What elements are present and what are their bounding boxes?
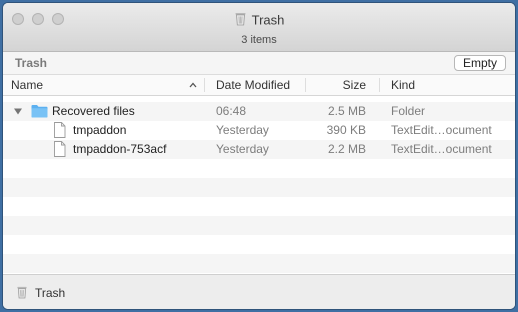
- file-date: 06:48: [216, 104, 247, 118]
- file-date: Yesterday: [216, 142, 269, 156]
- chevron-up-icon[interactable]: [189, 76, 197, 96]
- column-size[interactable]: Size: [310, 75, 366, 95]
- empty-trash-button[interactable]: Empty: [453, 55, 506, 71]
- column-name[interactable]: Name: [11, 75, 43, 95]
- table-row-recovered-files[interactable]: Recovered files 06:48 2.5 MB Folder: [3, 102, 515, 121]
- file-kind: TextEdit…ocument: [391, 123, 492, 137]
- empty-row: [3, 159, 515, 178]
- file-kind: Folder: [391, 104, 426, 118]
- item-count: 3 items: [241, 34, 277, 46]
- file-size: 390 KB: [326, 123, 366, 137]
- file-kind: TextEdit…ocument: [391, 142, 492, 156]
- status-location-label[interactable]: Trash: [35, 286, 65, 300]
- file-name: Recovered files: [52, 104, 135, 118]
- table-row-tmpaddon[interactable]: tmpaddon Yesterday 390 KB TextEdit…ocume…: [3, 121, 515, 140]
- status-bar: Trash: [3, 274, 515, 309]
- file-date: Yesterday: [216, 123, 269, 137]
- titlebar[interactable]: Trash 3 items: [3, 3, 515, 52]
- empty-row: [3, 197, 515, 216]
- empty-row: [3, 235, 515, 254]
- file-size: 2.5 MB: [327, 104, 366, 118]
- path-bar: Trash Empty: [3, 52, 515, 75]
- column-kind[interactable]: Kind: [391, 75, 415, 95]
- file-size: 2.2 MB: [327, 142, 366, 156]
- empty-row: [3, 178, 515, 197]
- location-label: Trash: [15, 56, 48, 70]
- empty-row: [3, 254, 515, 273]
- column-date-modified[interactable]: Date Modified: [216, 75, 290, 95]
- window-title: Trash: [3, 11, 515, 29]
- empty-row: [3, 216, 515, 235]
- file-name: tmpaddon: [73, 123, 127, 137]
- trash-icon: [234, 11, 247, 29]
- table-row-tmpaddon-753acf[interactable]: tmpaddon-753acf Yesterday 2.2 MB TextEdi…: [3, 140, 515, 159]
- column-header: Name Date Modified Size Kind: [3, 75, 515, 96]
- window-title-text: Trash: [251, 12, 285, 28]
- finder-window: Trash 3 items Trash Empty Name Date Modi…: [3, 3, 515, 309]
- column-divider[interactable]: [204, 78, 205, 92]
- trash-icon: [16, 285, 28, 302]
- file-name: tmpaddon-753acf: [73, 142, 167, 156]
- column-divider[interactable]: [379, 78, 380, 92]
- file-list: Recovered files 06:48 2.5 MB Folder tmpa…: [3, 96, 515, 274]
- column-divider[interactable]: [305, 78, 306, 92]
